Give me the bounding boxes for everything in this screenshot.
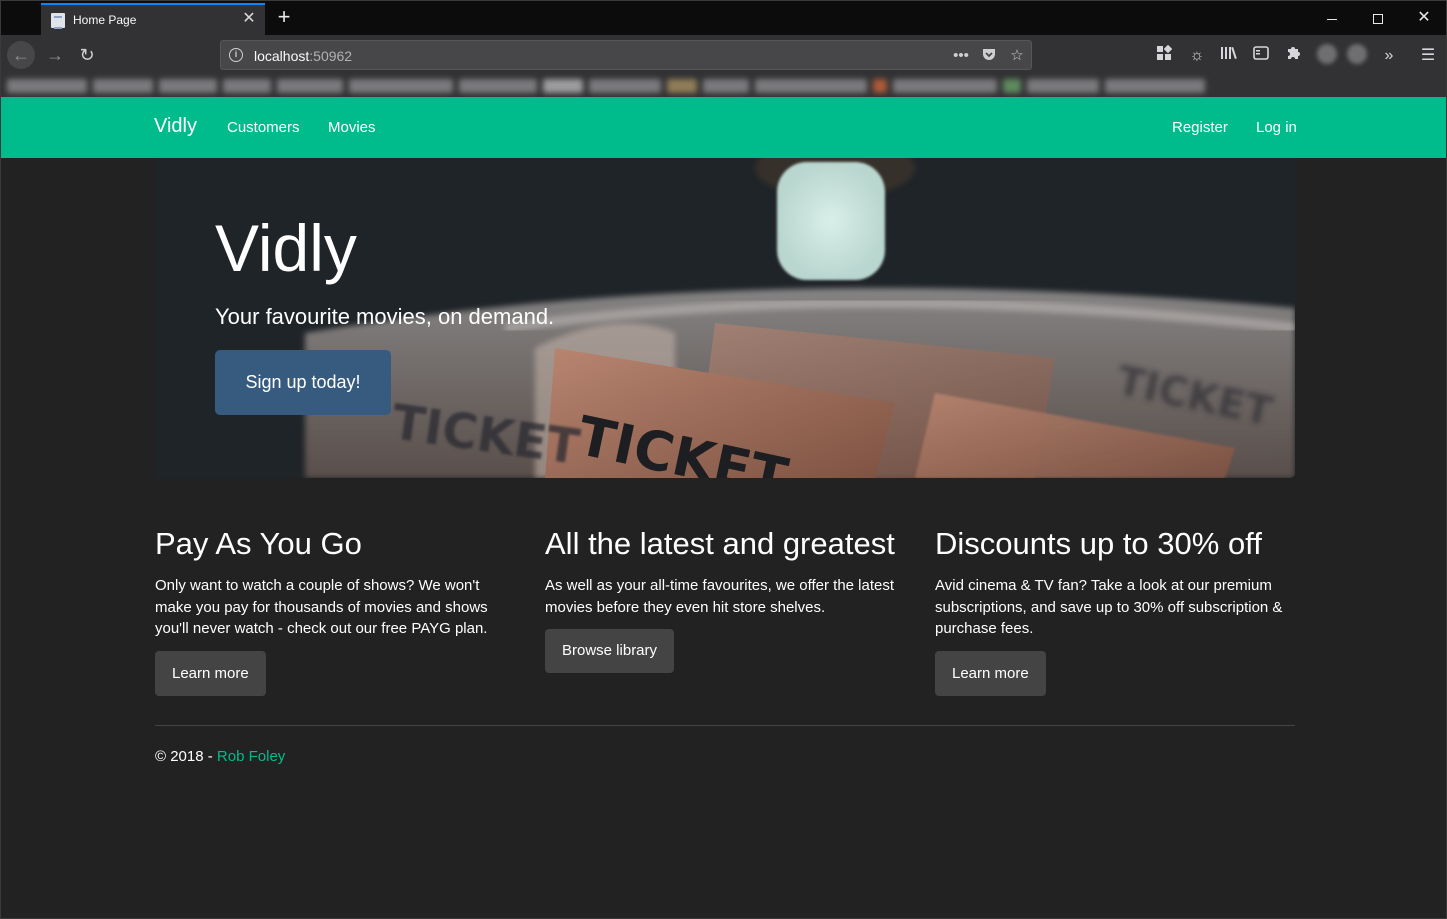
library-icon[interactable] bbox=[1218, 45, 1240, 67]
url-port: :50962 bbox=[309, 48, 353, 64]
site-navbar: Vidly Customers Movies Register Log in bbox=[1, 97, 1446, 158]
navbar-brand[interactable]: Vidly bbox=[154, 115, 197, 138]
site-info-icon[interactable]: i bbox=[229, 48, 243, 62]
overflow-chevron-icon[interactable]: » bbox=[1378, 45, 1400, 67]
learn-more-payg-button[interactable]: Learn more bbox=[155, 650, 266, 696]
author-link[interactable]: Rob Foley bbox=[217, 748, 285, 765]
feature-heading: Discounts up to 30% off bbox=[935, 526, 1262, 561]
sidebar-icon[interactable] bbox=[1250, 45, 1272, 67]
feature-text: Only want to watch a couple of shows? We… bbox=[155, 577, 488, 637]
feature-latest-greatest: All the latest and greatest As well as y… bbox=[545, 524, 905, 673]
feature-discounts: Discounts up to 30% off Avid cinema & TV… bbox=[935, 524, 1295, 696]
feature-heading: All the latest and greatest bbox=[545, 526, 895, 561]
feature-text: Avid cinema & TV fan? Take a look at our… bbox=[935, 577, 1283, 637]
maximize-button[interactable] bbox=[1355, 1, 1401, 35]
nav-link-register[interactable]: Register bbox=[1172, 119, 1228, 136]
url-text[interactable]: localhost:50962 bbox=[254, 48, 352, 64]
feature-text: As well as your all-time favourites, we … bbox=[545, 577, 895, 616]
hero-jumbotron: TICKET TICKET TICKET Vidly Your favourit… bbox=[155, 158, 1295, 478]
tab-home-page[interactable]: Home Page ✕ bbox=[41, 3, 265, 35]
forward-button[interactable]: → bbox=[41, 41, 69, 69]
close-tab-icon[interactable]: ✕ bbox=[239, 9, 259, 29]
footer-divider bbox=[155, 725, 1295, 726]
puzzle-extension-icon[interactable] bbox=[1282, 45, 1304, 67]
sign-up-button[interactable]: Sign up today! bbox=[215, 350, 391, 415]
url-host: localhost bbox=[254, 48, 310, 64]
feature-pay-as-you-go: Pay As You Go Only want to watch a coupl… bbox=[155, 524, 515, 696]
browser-window: Home Page ✕ + ✕ ← → ↻ i localhost:50962 … bbox=[0, 0, 1447, 919]
nav-link-customers[interactable]: Customers bbox=[227, 119, 300, 136]
nav-link-login[interactable]: Log in bbox=[1256, 119, 1297, 136]
page-icon bbox=[51, 13, 65, 29]
page-actions-icon[interactable]: ••• bbox=[951, 46, 971, 66]
reload-button[interactable]: ↻ bbox=[73, 41, 101, 69]
copyright-text: © 2018 - bbox=[155, 748, 217, 765]
address-bar[interactable]: i localhost:50962 ••• ☆ bbox=[220, 40, 1032, 70]
learn-more-discounts-button[interactable]: Learn more bbox=[935, 650, 1046, 696]
minimize-button[interactable] bbox=[1309, 1, 1355, 35]
hero-subtitle: Your favourite movies, on demand. bbox=[215, 304, 555, 329]
hamburger-menu-icon[interactable]: ☰ bbox=[1417, 45, 1439, 67]
sun-icon[interactable]: ☼ bbox=[1186, 45, 1208, 67]
extensions-grid-icon[interactable] bbox=[1153, 44, 1175, 67]
page-viewport: Vidly Customers Movies Register Log in T… bbox=[1, 97, 1446, 918]
extension-avatar-icon[interactable] bbox=[1317, 44, 1337, 64]
hero-title: Vidly bbox=[215, 211, 357, 285]
nav-link-movies[interactable]: Movies bbox=[328, 119, 376, 136]
bookmarks-toolbar bbox=[1, 75, 1446, 97]
bookmark-star-icon[interactable]: ☆ bbox=[1007, 46, 1027, 66]
browse-library-button[interactable]: Browse library bbox=[545, 629, 675, 673]
browser-toolbar: ← → ↻ i localhost:50962 ••• ☆ ☼ » ☰ bbox=[1, 35, 1446, 75]
pocket-icon[interactable] bbox=[979, 46, 999, 66]
footer: © 2018 - Rob Foley bbox=[155, 748, 285, 765]
feature-heading: Pay As You Go bbox=[155, 526, 362, 561]
new-tab-button[interactable]: + bbox=[271, 4, 297, 30]
tab-strip: Home Page ✕ + ✕ bbox=[1, 1, 1446, 35]
close-window-button[interactable]: ✕ bbox=[1401, 1, 1446, 35]
tab-title: Home Page bbox=[73, 13, 137, 27]
bookmarks-blurred bbox=[7, 77, 1321, 95]
extension-avatar-icon[interactable] bbox=[1347, 44, 1367, 64]
back-button[interactable]: ← bbox=[7, 41, 35, 69]
